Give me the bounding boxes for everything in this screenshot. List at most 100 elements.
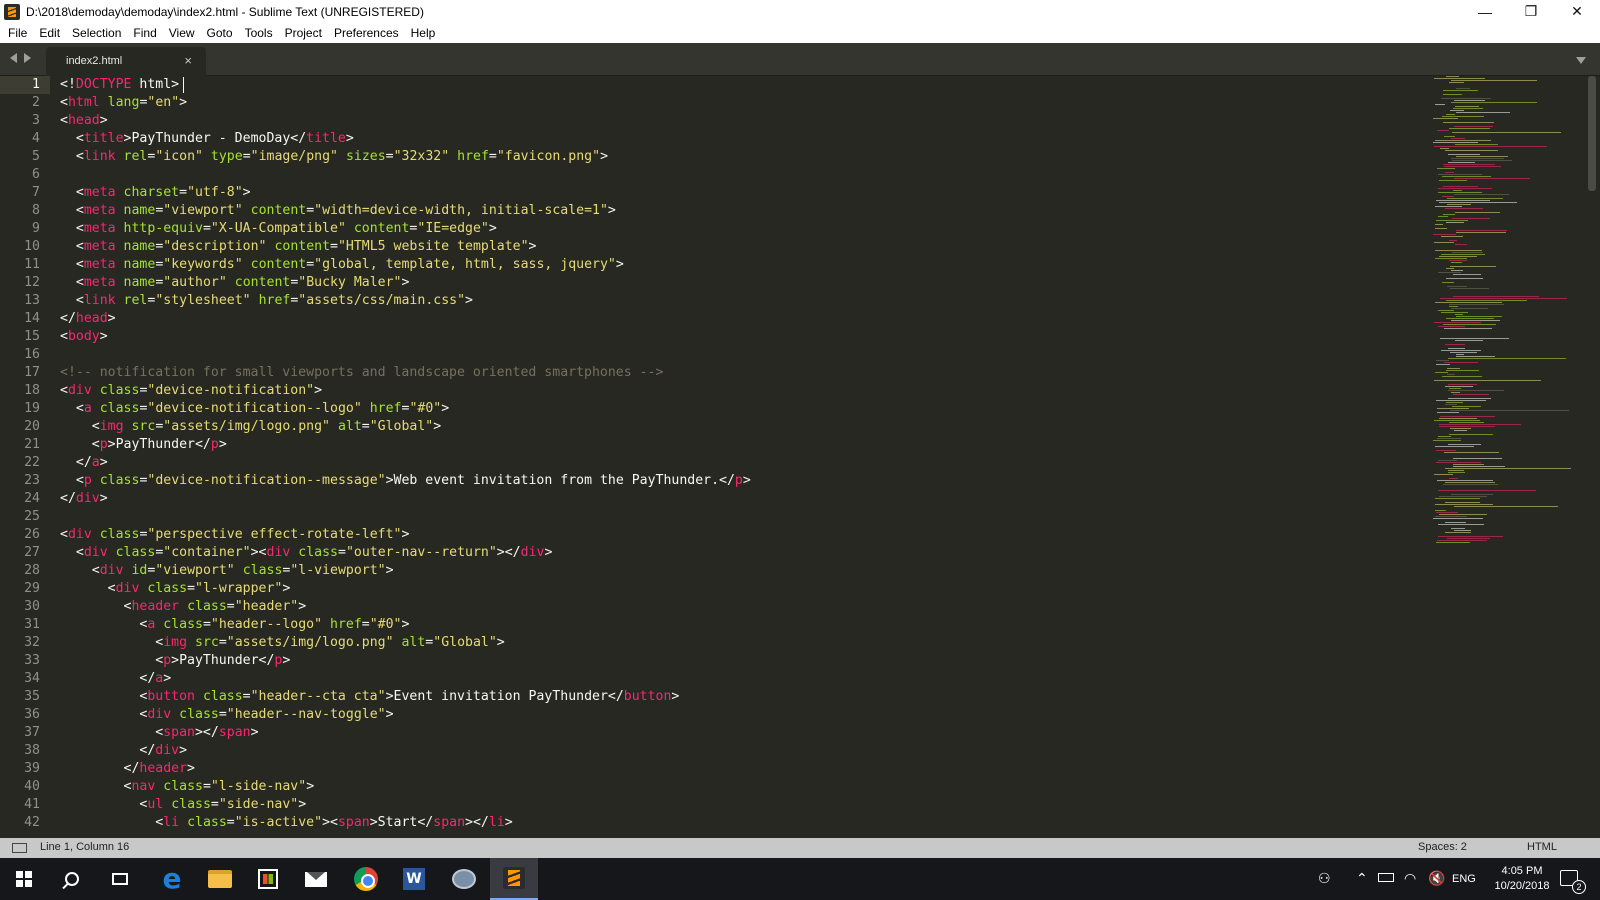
input-language[interactable]: ENG: [1452, 873, 1476, 885]
code-token: =: [385, 149, 394, 164]
start-button[interactable]: [0, 858, 48, 900]
code-token: "32x32": [393, 149, 450, 164]
code-token: class: [187, 815, 227, 830]
code-token: >: [385, 563, 394, 578]
feedback-hub-button[interactable]: [440, 858, 488, 900]
indentation-setting[interactable]: Spaces: 2: [1418, 841, 1467, 853]
minimap-line: [1439, 496, 1487, 497]
menu-view[interactable]: View: [163, 23, 201, 43]
code-token: <: [60, 95, 68, 110]
minimap[interactable]: [1433, 76, 1583, 636]
code-line: <meta name="viewport" content="width=dev…: [60, 202, 1420, 220]
code-token: class: [99, 527, 140, 542]
minimap-line: [1438, 216, 1448, 217]
close-button[interactable]: ✕: [1554, 0, 1600, 23]
sublime-text-button[interactable]: [490, 858, 538, 900]
menu-preferences[interactable]: Preferences: [328, 23, 405, 43]
code-token: href: [369, 401, 402, 416]
chrome-button[interactable]: [342, 858, 390, 900]
mail-button[interactable]: [292, 858, 340, 900]
minimap-line: [1444, 136, 1455, 137]
syntax-mode[interactable]: HTML: [1527, 841, 1557, 853]
code-token: "device-notification--message": [147, 473, 386, 488]
edge-button[interactable]: e: [148, 858, 196, 900]
battery-icon[interactable]: [1378, 873, 1394, 882]
code-token: =: [361, 419, 370, 434]
code-token: rel: [123, 293, 148, 308]
tab-index2-html[interactable]: index2.html ×: [46, 47, 206, 76]
menu-selection[interactable]: Selection: [66, 23, 127, 43]
code-line: <li class="is-active"><span>Start</span>…: [60, 814, 1420, 832]
code-token: >: [607, 203, 616, 218]
status-bar: Line 1, Column 16 Spaces: 2 HTML: [0, 838, 1600, 858]
code-token: head: [75, 311, 108, 326]
minimap-line: [1439, 202, 1517, 203]
minimap-line: [1436, 220, 1468, 221]
mail-icon: [305, 871, 327, 887]
minimap-line: [1449, 128, 1490, 129]
tab-scroll-right-icon[interactable]: [24, 53, 31, 63]
minimap-line: [1447, 538, 1490, 539]
minimap-line: [1456, 88, 1470, 89]
code-token: =: [242, 689, 251, 704]
code-token: >: [742, 473, 751, 488]
minimap-line: [1439, 426, 1495, 427]
clock[interactable]: 4:05 PM 10/20/2018: [1480, 864, 1564, 894]
code-token: >: [441, 401, 450, 416]
minimap-line: [1446, 114, 1455, 115]
tab-close-icon[interactable]: ×: [184, 53, 192, 68]
word-icon: W: [403, 868, 425, 890]
minimap-line: [1453, 458, 1502, 459]
code-token: name: [123, 275, 156, 290]
minimap-line: [1445, 172, 1454, 173]
code-editor[interactable]: 1 2 3 4 5 6 7 8 9 10 11 12 13 14 15 16 17 18 19 20 21 22 23 24 2…: [0, 76, 1600, 838]
search-button[interactable]: [48, 858, 96, 900]
code-line: <span></span>: [60, 724, 1420, 742]
code-token: class: [99, 473, 140, 488]
line-number: 10: [24, 239, 40, 254]
file-explorer-button[interactable]: [196, 858, 244, 900]
menu-goto[interactable]: Goto: [201, 23, 239, 43]
code-token: =: [361, 617, 370, 632]
code-token: ><: [322, 815, 338, 830]
code-token: li: [163, 815, 180, 830]
minimap-line: [1439, 418, 1477, 419]
code-line: </a>: [60, 454, 1420, 472]
word-button[interactable]: W: [390, 858, 438, 900]
minimap-line: [1440, 298, 1567, 299]
menu-file[interactable]: File: [2, 23, 33, 43]
store-button[interactable]: [244, 858, 292, 900]
code-token: =: [202, 617, 211, 632]
task-view-button[interactable]: [96, 858, 144, 900]
code-token: meta: [83, 185, 116, 200]
line-number: 22: [24, 455, 40, 470]
code-token: >: [99, 455, 108, 470]
maximize-button[interactable]: ❐: [1508, 0, 1554, 23]
code-token: =: [187, 581, 196, 596]
minimap-line: [1445, 468, 1571, 469]
menu-find[interactable]: Find: [127, 23, 162, 43]
people-icon[interactable]: ⚇: [1318, 870, 1331, 888]
code-token: class: [242, 563, 283, 578]
code-token: class: [115, 545, 156, 560]
tab-scroll-left-icon[interactable]: [10, 53, 17, 63]
volume-muted-icon[interactable]: 🔇: [1428, 870, 1445, 888]
code-token: >: [99, 329, 108, 344]
menu-project[interactable]: Project: [279, 23, 328, 43]
menu-help[interactable]: Help: [405, 23, 442, 43]
code-token: src: [131, 419, 156, 434]
menu-tools[interactable]: Tools: [239, 23, 279, 43]
tab-list-dropdown-icon[interactable]: [1576, 57, 1586, 64]
vertical-scrollbar[interactable]: [1588, 76, 1596, 191]
chevron-up-icon[interactable]: ⌃: [1356, 870, 1368, 888]
code-area[interactable]: <!DOCTYPE html> <html lang="en"> <head> <t…: [60, 76, 1420, 838]
code-token: "device-notification--logo": [147, 401, 362, 416]
code-token: a: [91, 455, 100, 470]
wifi-icon[interactable]: ◠: [1404, 870, 1416, 888]
menu-edit[interactable]: Edit: [33, 23, 66, 43]
minimize-button[interactable]: —: [1462, 0, 1508, 23]
minimap-line: [1445, 404, 1457, 405]
monitor-icon[interactable]: [12, 843, 27, 853]
